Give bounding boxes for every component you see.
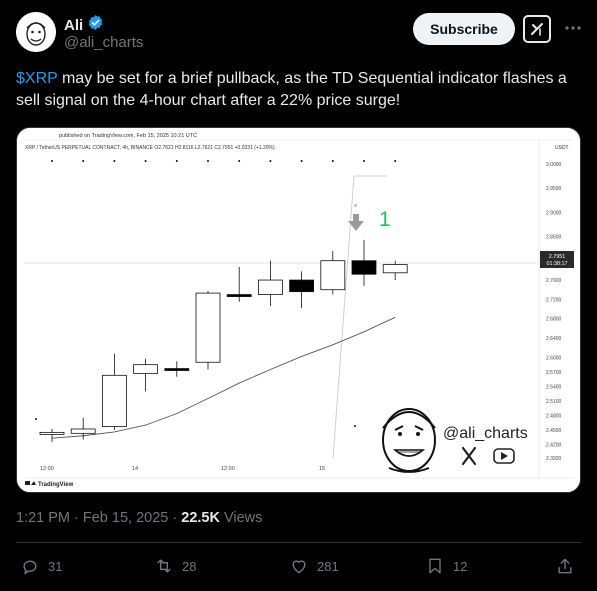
like-button[interactable]: 281 xyxy=(289,556,339,576)
published-line: published on TradingView.com, Feb 15, 20… xyxy=(59,133,197,139)
divider xyxy=(16,542,581,543)
bookmark-count: 12 xyxy=(453,558,468,574)
post-date[interactable]: Feb 15, 2025 xyxy=(83,510,168,526)
time-tick-label: 14 xyxy=(132,466,138,472)
tradingview-chart: published on TradingView.com, Feb 15, 20… xyxy=(17,128,580,492)
td-count-label: 1 xyxy=(379,208,391,231)
author-handle[interactable]: @ali_charts xyxy=(64,34,143,51)
time-tick-label: 15 xyxy=(319,466,325,472)
candle-body xyxy=(164,368,190,371)
tweet-meta: 1:21 PM · Feb 15, 2025 · 22.5K Views xyxy=(16,510,263,526)
td-dot xyxy=(269,160,272,162)
time-tick-label: 12:00 xyxy=(40,466,54,472)
candle-body xyxy=(226,294,252,297)
price-tick-label: 2.7600 xyxy=(546,278,562,284)
td-dot xyxy=(144,160,147,162)
price-tick-label: 2.7200 xyxy=(546,297,562,303)
td-dot xyxy=(82,160,85,162)
verified-badge-icon xyxy=(87,14,104,36)
td-dot xyxy=(113,160,116,162)
repost-icon xyxy=(157,559,171,573)
candle-body xyxy=(257,279,283,295)
price-tick-label: 2.4500 xyxy=(546,428,562,434)
td-dot xyxy=(300,160,303,162)
td-dot xyxy=(394,160,397,162)
tweet-body: may be set for a brief pullback, as the … xyxy=(16,70,567,109)
share-icon xyxy=(558,558,572,574)
td-dot xyxy=(354,425,356,427)
like-count: 281 xyxy=(317,558,339,574)
repost-button[interactable]: 28 xyxy=(154,556,196,576)
tweet-text: $XRP may be set for a brief pullback, as… xyxy=(16,68,581,112)
td-dot xyxy=(331,160,334,162)
price-tick-label: 2.5400 xyxy=(546,384,562,390)
candle-body xyxy=(70,428,96,434)
candle-body xyxy=(102,374,127,427)
display-name[interactable]: Ali xyxy=(64,17,83,34)
more-dots-icon[interactable] xyxy=(563,18,583,38)
tradingview-brand: TradingView xyxy=(38,482,74,488)
candle-body xyxy=(351,260,377,275)
bookmark-button[interactable]: 12 xyxy=(425,556,467,576)
candle-body xyxy=(133,364,158,374)
subscribe-button[interactable]: Subscribe xyxy=(413,13,515,45)
price-tick-label: 2.3920 xyxy=(546,456,562,462)
views-count: 22.5K xyxy=(181,510,220,526)
td-dot xyxy=(35,418,37,420)
price-tick-label: 2.9000 xyxy=(546,210,562,216)
candle-body xyxy=(320,260,346,291)
price-tick-label: 2.6800 xyxy=(546,317,562,323)
grok-icon[interactable] xyxy=(523,15,551,43)
td-dot xyxy=(238,160,241,162)
share-button[interactable] xyxy=(555,556,575,576)
price-tick-label: 2.9500 xyxy=(546,186,562,192)
watermark-handle: @ali_charts xyxy=(443,425,528,442)
watermark-face-icon xyxy=(382,408,436,473)
views-label: Views xyxy=(223,510,263,526)
chart-image[interactable]: published on TradingView.com, Feb 15, 20… xyxy=(16,127,581,493)
repost-count: 28 xyxy=(182,558,197,574)
price-tick-label: 3.0000 xyxy=(546,162,562,168)
price-tick-label: 2.8500 xyxy=(546,235,562,241)
td-dot xyxy=(51,160,53,162)
post-time[interactable]: 1:21 PM xyxy=(16,510,70,526)
symbol-line: XRP / TetherUS PERPETUAL CONTRACT, 4h, B… xyxy=(25,145,275,151)
reply-button[interactable]: 31 xyxy=(20,556,62,576)
price-tick-label: 2.4200 xyxy=(546,442,562,448)
current-price-tag: 2.7951 01:38:17 xyxy=(540,251,574,268)
heart-icon xyxy=(292,560,306,574)
candle-body xyxy=(195,292,221,363)
td-dot xyxy=(207,160,209,162)
candle-body xyxy=(382,264,408,274)
price-tick-label: 2.5700 xyxy=(546,370,562,376)
td-dot xyxy=(175,160,178,162)
countdown: 01:38:17 xyxy=(547,261,568,267)
price-tick-label: 2.6400 xyxy=(546,336,562,342)
current-price: 2.7951 xyxy=(549,254,566,260)
cashtag-link[interactable]: $XRP xyxy=(16,70,58,87)
time-tick-label: 12:00 xyxy=(221,466,235,472)
reply-count: 31 xyxy=(48,558,63,574)
avatar[interactable] xyxy=(16,12,56,52)
tweet-header: Ali @ali_charts Subscribe xyxy=(16,12,583,56)
price-tick-label: 2.4800 xyxy=(546,413,562,419)
price-tick-label: 2.5100 xyxy=(546,399,562,405)
bookmark-icon xyxy=(429,558,441,574)
reply-icon xyxy=(23,560,37,575)
price-tick-label: 2.6000 xyxy=(546,355,562,361)
td-dot xyxy=(363,160,365,162)
currency-label: USDT xyxy=(555,145,569,151)
action-bar: 31 28 281 12 xyxy=(16,556,581,584)
candle-body xyxy=(39,431,65,435)
candle-body xyxy=(289,279,315,293)
